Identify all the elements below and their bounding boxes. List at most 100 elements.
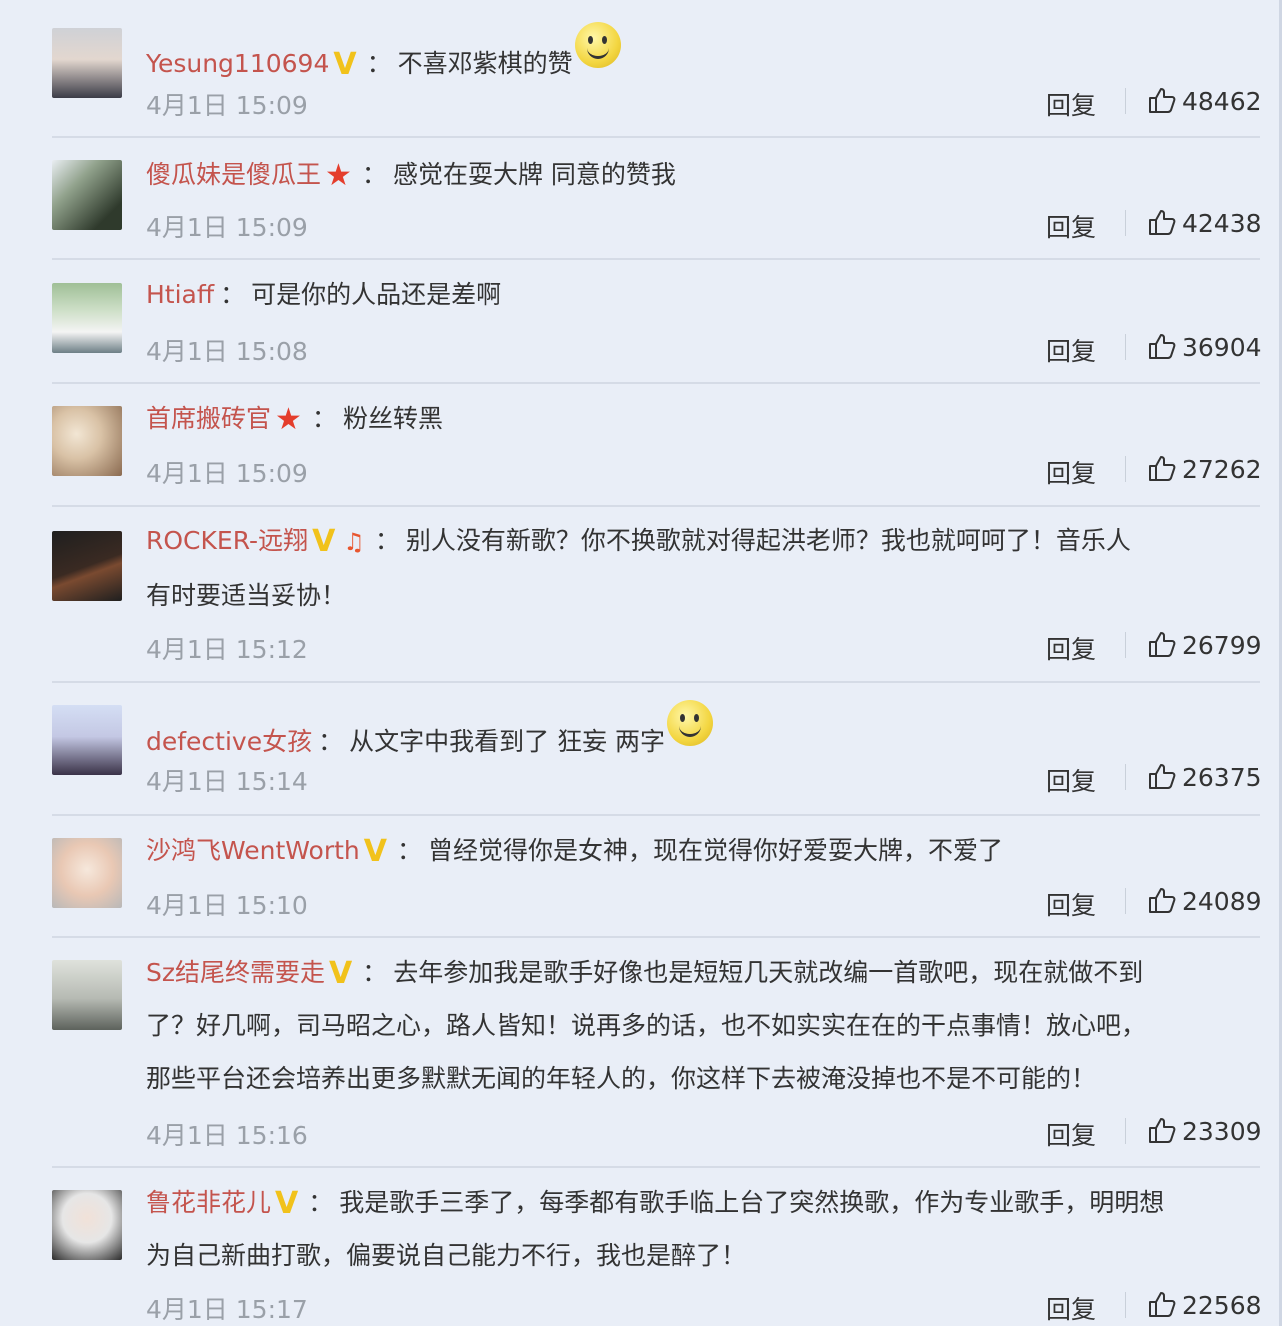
username-link[interactable]: Htiaff	[146, 280, 214, 309]
verified-badge-icon: V	[363, 834, 387, 869]
thumbs-up-icon	[1149, 88, 1176, 113]
colon: ：	[362, 958, 388, 987]
avatar[interactable]	[52, 531, 122, 601]
timestamp: 4月1日 15:08	[146, 337, 308, 366]
like-button[interactable]: 23309	[1148, 1116, 1262, 1146]
comment-divider	[52, 1166, 1260, 1168]
username-link[interactable]: defective女孩	[146, 727, 312, 756]
avatar[interactable]	[52, 705, 122, 775]
like-button[interactable]: 24089	[1148, 886, 1262, 916]
timestamp: 4月1日 15:14	[146, 767, 308, 796]
like-button[interactable]: 36904	[1148, 332, 1262, 362]
smile-emoji-icon	[574, 22, 621, 68]
reply-button[interactable]: 回复	[1046, 454, 1096, 490]
reply-button[interactable]: 回复	[1046, 1290, 1096, 1326]
comment-divider	[52, 136, 1260, 138]
action-separator	[1125, 1118, 1126, 1144]
avatar[interactable]	[52, 28, 122, 98]
like-button[interactable]: 22568	[1148, 1290, 1262, 1320]
thumbs-up-icon	[1149, 888, 1176, 913]
comment-body: 傻瓜妹是傻瓜王 ★ ：感觉在耍大牌 同意的赞我	[146, 148, 1252, 201]
avatar[interactable]	[52, 406, 122, 476]
like-button[interactable]: 26375	[1148, 762, 1262, 792]
like-count: 27262	[1182, 455, 1262, 484]
action-separator	[1125, 1292, 1126, 1318]
comment-text: 粉丝转黑	[342, 404, 443, 433]
comment-divider	[52, 382, 1260, 384]
avatar[interactable]	[52, 960, 122, 1030]
comment-body: 鲁花非花儿 V ：我是歌手三季了，每季都有歌手临上台了突然换歌，作为专业歌手，明明想…	[146, 1176, 1252, 1282]
thumbs-up-icon	[1149, 764, 1176, 789]
username-link[interactable]: 首席搬砖官	[146, 404, 271, 433]
colon: ：	[308, 1188, 334, 1217]
reply-button[interactable]: 回复	[1046, 208, 1096, 244]
comment-text: 别人没有新歌？你不换歌就对得起洪老师？我也就呵呵了！音乐人	[405, 526, 1131, 555]
comment-text: 可是你的人品还是差啊	[251, 280, 502, 309]
username-link[interactable]: Yesung110694	[146, 49, 329, 78]
like-count: 24089	[1182, 887, 1262, 916]
comment-text-continued: 为自己新曲打歌，偏要说自己能力不行，我也是醉了！	[146, 1241, 747, 1270]
action-separator	[1125, 334, 1126, 360]
action-separator	[1125, 888, 1126, 914]
colon: ：	[396, 836, 422, 865]
comment-divider	[52, 814, 1260, 816]
reply-button[interactable]: 回复	[1046, 762, 1096, 798]
like-count: 48462	[1182, 87, 1262, 116]
like-button[interactable]: 26799	[1148, 630, 1262, 660]
colon: ：	[374, 526, 400, 555]
verified-badge-icon: V	[312, 524, 336, 559]
reply-button[interactable]: 回复	[1046, 332, 1096, 368]
thumbs-up-icon	[1149, 456, 1176, 481]
username-link[interactable]: 傻瓜妹是傻瓜王	[146, 160, 321, 189]
comment-text-continued: 了？好几啊，司马昭之心，路人皆知！说再多的话，也不如实实在在的干点事情！放心吧，	[146, 1011, 1147, 1040]
avatar[interactable]	[52, 160, 122, 230]
reply-button[interactable]: 回复	[1046, 86, 1096, 122]
colon: ：	[220, 280, 246, 309]
avatar[interactable]	[52, 1190, 122, 1260]
like-button[interactable]: 48462	[1148, 86, 1262, 116]
username-link[interactable]: 沙鸿飞WentWorth	[146, 836, 360, 865]
smirk-emoji-icon	[667, 700, 714, 746]
thumbs-up-icon	[1149, 210, 1176, 235]
verified-badge-icon: V	[275, 1186, 299, 1221]
timestamp: 4月1日 15:09	[146, 91, 308, 120]
music-badge-icon: ♫	[343, 527, 365, 556]
star-badge-icon: ★	[275, 402, 302, 437]
comment-text: 感觉在耍大牌 同意的赞我	[392, 160, 676, 189]
username-link[interactable]: Sz结尾终需要走	[146, 958, 325, 987]
comment-divider	[52, 505, 1260, 507]
avatar[interactable]	[52, 283, 122, 353]
thumbs-up-icon	[1149, 632, 1176, 657]
timestamp: 4月1日 15:10	[146, 891, 308, 920]
comment-text: 从文字中我看到了 狂妄 两字	[349, 727, 666, 756]
comment-divider	[52, 681, 1260, 683]
colon: ：	[311, 404, 337, 433]
action-separator	[1125, 632, 1126, 658]
reply-button[interactable]: 回复	[1046, 1116, 1096, 1152]
username-link[interactable]: ROCKER-远翔	[146, 526, 308, 555]
colon: ：	[361, 160, 387, 189]
username-link[interactable]: 鲁花非花儿	[146, 1188, 271, 1217]
like-button[interactable]: 42438	[1148, 208, 1262, 238]
comment-body: defective女孩：从文字中我看到了 狂妄 两字	[146, 700, 1252, 768]
timestamp: 4月1日 15:17	[146, 1295, 308, 1324]
action-separator	[1125, 764, 1126, 790]
comment-body: 首席搬砖官 ★ ：粉丝转黑	[146, 392, 1252, 445]
colon: ：	[366, 49, 392, 78]
action-separator	[1125, 210, 1126, 236]
reply-button[interactable]: 回复	[1046, 630, 1096, 666]
like-count: 23309	[1182, 1117, 1262, 1146]
reply-button[interactable]: 回复	[1046, 886, 1096, 922]
comment-text: 去年参加我是歌手好像也是短短几天就改编一首歌吧，现在就做不到	[393, 958, 1144, 987]
thumbs-up-icon	[1149, 334, 1176, 359]
like-count: 26799	[1182, 631, 1262, 660]
timestamp: 4月1日 15:09	[146, 213, 308, 242]
comment-text: 曾经觉得你是女神，现在觉得你好爱耍大牌，不爱了	[428, 836, 1004, 865]
comment-text: 我是歌手三季了，每季都有歌手临上台了突然换歌，作为专业歌手，明明想	[339, 1188, 1165, 1217]
timestamp: 4月1日 15:16	[146, 1121, 308, 1150]
comment-body: 沙鸿飞WentWorth V ：曾经觉得你是女神，现在觉得你好爱耍大牌，不爱了	[146, 824, 1252, 877]
like-button[interactable]: 27262	[1148, 454, 1262, 484]
comment-body: Htiaff：可是你的人品还是差啊	[146, 268, 1252, 321]
avatar[interactable]	[52, 838, 122, 908]
timestamp: 4月1日 15:12	[146, 635, 308, 664]
